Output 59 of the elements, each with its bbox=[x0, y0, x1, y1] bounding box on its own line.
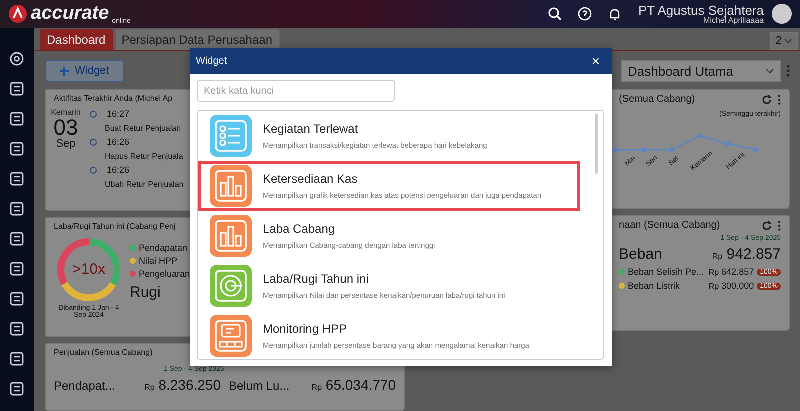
page-selector[interactable]: 2 bbox=[770, 32, 798, 50]
card-title: Penjualan (Semua Cabang) bbox=[54, 348, 153, 357]
widget-title: Laba/Rugi Tahun ini bbox=[263, 272, 370, 286]
sales-label: Pendapat... bbox=[54, 379, 116, 393]
card-title: Aktifitas Terakhir Anda (Michel Ap bbox=[54, 94, 173, 103]
expense-amount: Rp 300.000 bbox=[708, 281, 754, 291]
search-icon[interactable] bbox=[548, 7, 562, 21]
chevron-down-icon bbox=[785, 39, 792, 44]
widget-title: Monitoring HPP bbox=[263, 322, 348, 336]
widget-title: Kegiatan Terlewat bbox=[263, 122, 360, 136]
sales-label: Belum Lu... bbox=[229, 379, 290, 393]
result-text: Rugi bbox=[130, 284, 162, 301]
more-icon[interactable] bbox=[778, 94, 781, 104]
expense-label: Beban Selisih Pe... bbox=[628, 267, 706, 277]
more-icon[interactable] bbox=[778, 220, 781, 230]
card-title: naan (Semua Cabang) bbox=[619, 220, 720, 231]
legend-label: Pengeluaran bbox=[139, 269, 190, 279]
activity-time: 16:27 bbox=[107, 109, 130, 119]
timeline-dot bbox=[90, 166, 97, 174]
tab[interactable]: Dashboard bbox=[40, 29, 113, 50]
day-label: Kemarin bbox=[51, 109, 81, 117]
dialog-title: Widget bbox=[196, 56, 228, 66]
activity-text: Hapus Retur Penjuala bbox=[104, 152, 184, 161]
help-icon[interactable] bbox=[578, 7, 592, 21]
close-button[interactable]: × bbox=[588, 53, 604, 69]
sales-amount: Rp 8.236.250 bbox=[144, 377, 221, 393]
avatar[interactable] bbox=[772, 4, 792, 24]
legend-label: Pendapatan bbox=[139, 243, 188, 253]
day-number: 03 bbox=[54, 117, 78, 139]
widget-title: Ketersediaan Kas bbox=[263, 172, 359, 186]
timeline-dot bbox=[90, 110, 97, 118]
dashboard-select[interactable]: Dashboard Utama bbox=[621, 60, 781, 82]
chevron-down-icon bbox=[766, 68, 774, 74]
expense-label: Beban Listrik bbox=[628, 281, 682, 291]
timeline-dot bbox=[90, 138, 97, 146]
activity-time: 16:26 bbox=[107, 165, 130, 175]
ratio-text: >10x bbox=[72, 261, 106, 278]
expense-amount: Rp 642.857 bbox=[708, 267, 754, 277]
search-field[interactable]: Ketik kata kunci bbox=[197, 80, 395, 102]
bell-icon[interactable] bbox=[608, 7, 622, 21]
card-title: Laba/Rugi Tahun ini (Cabang Penj bbox=[54, 222, 176, 231]
total-label: Beban bbox=[619, 246, 662, 263]
scrollbar bbox=[595, 114, 598, 174]
legend-label: Nilai HPP bbox=[139, 256, 178, 266]
total-amount: Rp 942.857 bbox=[712, 246, 781, 263]
plus-icon bbox=[60, 66, 69, 76]
sales-amount: Rp 65.034.770 bbox=[312, 377, 396, 393]
activity-time: 16:26 bbox=[107, 137, 130, 147]
month-label: Sep bbox=[56, 139, 76, 150]
user-name: Michel Apriliaaaa bbox=[704, 16, 764, 24]
refresh-icon[interactable] bbox=[762, 94, 772, 104]
company-name: PT Agustus Sejahtera bbox=[638, 4, 764, 16]
refresh-icon[interactable] bbox=[762, 220, 772, 230]
activity-text: Ubah Retur Penjualan bbox=[104, 180, 184, 189]
logo-text: accurate bbox=[31, 3, 110, 25]
widget-title: Laba Cabang bbox=[263, 222, 336, 236]
card-title: (Semua Cabang) bbox=[619, 94, 696, 105]
logo-icon bbox=[8, 4, 28, 24]
activity-text: Buat Retur Penjualan bbox=[104, 124, 182, 133]
